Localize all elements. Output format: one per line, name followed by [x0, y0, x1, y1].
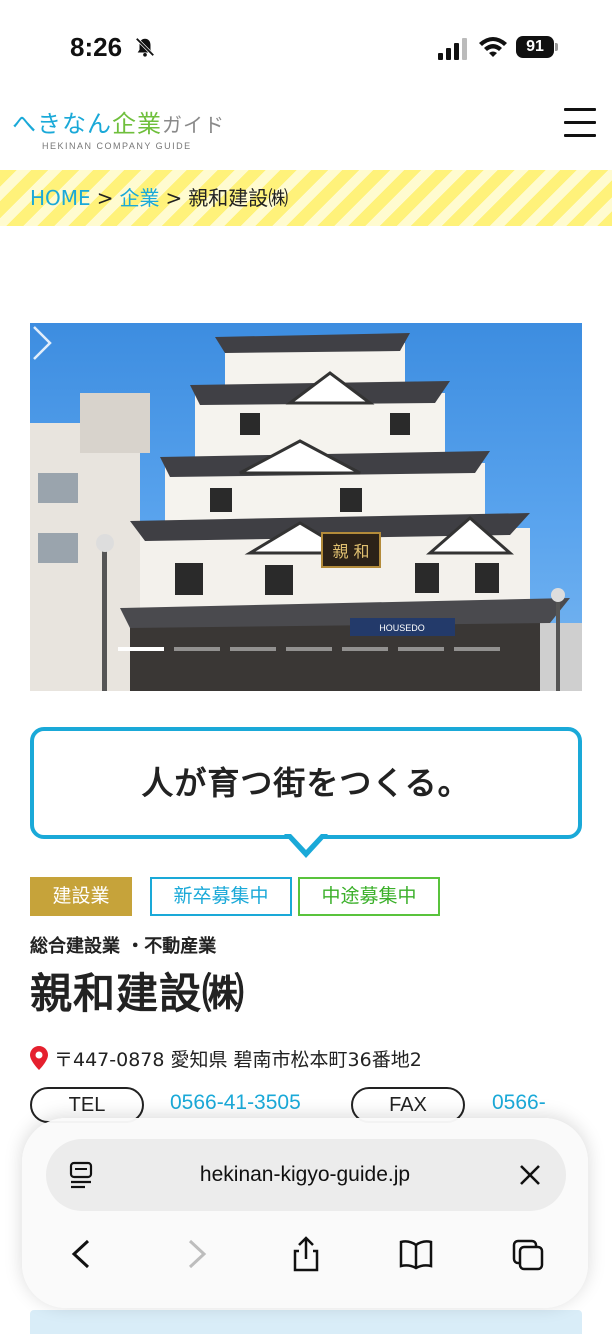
bookmarks-icon[interactable] — [398, 1235, 434, 1273]
slider-dot[interactable] — [174, 647, 220, 651]
tabs-icon[interactable] — [510, 1235, 546, 1273]
status-bar: 8:26 91 — [0, 0, 612, 96]
battery-level: 91 — [516, 36, 554, 58]
logo-part-kigyo: 企業 — [112, 110, 162, 138]
back-icon[interactable] — [64, 1235, 100, 1273]
logo-subtitle: HEKINAN COMPANY GUIDE — [42, 141, 192, 151]
slider-dot[interactable] — [286, 647, 332, 651]
cellular-signal-icon — [438, 38, 467, 60]
catchphrase: 人が育つ街をつくる。 — [141, 764, 471, 802]
next-section-peek — [30, 1310, 582, 1334]
menu-bar-bottom — [564, 134, 596, 137]
site-logo[interactable]: へきなん企業ガイド HEKINAN COMPANY GUIDE — [12, 104, 225, 151]
share-icon[interactable] — [288, 1235, 324, 1273]
address-text: 〒447-0878 愛知県 碧南市松本町36番地2 — [54, 1049, 422, 1071]
catchphrase-box: 人が育つ街をつくる。 — [30, 727, 582, 839]
slider-dot[interactable] — [118, 647, 164, 651]
hamburger-menu-icon[interactable] — [562, 106, 598, 140]
breadcrumb-separator: > — [165, 186, 183, 210]
chevron-right-icon[interactable] — [30, 323, 54, 363]
breadcrumb: HOME > 企業 > 親和建設㈱ — [0, 170, 612, 226]
forward-icon[interactable] — [178, 1235, 214, 1273]
status-time: 8:26 — [70, 32, 123, 62]
store-sign-text: HOUSEDO — [379, 623, 425, 633]
company-name: 親和建設㈱ — [30, 969, 246, 1018]
logo-wordmark: へきなん企業ガイド — [12, 104, 225, 139]
slider-dot[interactable] — [398, 647, 444, 651]
slider-dot[interactable] — [342, 647, 388, 651]
speech-bubble-tail — [284, 834, 328, 858]
breadcrumb-separator: > — [96, 186, 114, 210]
mid-career-recruiting-tag[interactable]: 中途募集中 — [298, 877, 440, 916]
battery-icon: 91 — [516, 36, 558, 58]
bell-slash-icon — [135, 37, 155, 57]
page-menu-icon[interactable] — [68, 1160, 96, 1190]
logo-part-guide: ガイド — [162, 113, 225, 137]
building-photo: 親 和 HOUSEDO — [30, 333, 582, 691]
breadcrumb-company-link[interactable]: 企業 — [119, 186, 159, 210]
fax-number: 0566- — [492, 1091, 546, 1114]
slider-dot[interactable] — [230, 647, 276, 651]
logo-part-hekinan: へきなん — [12, 110, 112, 138]
industry-tag[interactable]: 建設業 — [30, 877, 132, 916]
slider-indicator — [118, 647, 518, 653]
map-pin-icon — [30, 1046, 48, 1070]
slider-dot[interactable] — [454, 647, 500, 651]
breadcrumb-current: 親和建設㈱ — [188, 186, 289, 210]
menu-bar-middle — [564, 121, 596, 124]
battery-tip — [555, 43, 558, 51]
hero-slider[interactable]: 親 和 HOUSEDO — [30, 323, 582, 691]
tel-number-link[interactable]: 0566-41-3505 — [170, 1091, 301, 1115]
wifi-icon — [479, 37, 507, 57]
menu-bar-top — [564, 108, 596, 111]
building-sign-text: 親 和 — [332, 542, 369, 561]
site-header: へきなん企業ガイド HEKINAN COMPANY GUIDE — [0, 96, 612, 170]
url-text[interactable]: hekinan-kigyo-guide.jp — [130, 1160, 480, 1190]
new-grad-recruiting-tag[interactable]: 新卒募集中 — [150, 877, 292, 916]
close-icon[interactable] — [516, 1161, 544, 1189]
business-category: 総合建設業 ・不動産業 — [30, 936, 217, 957]
breadcrumb-home-link[interactable]: HOME — [30, 186, 91, 210]
